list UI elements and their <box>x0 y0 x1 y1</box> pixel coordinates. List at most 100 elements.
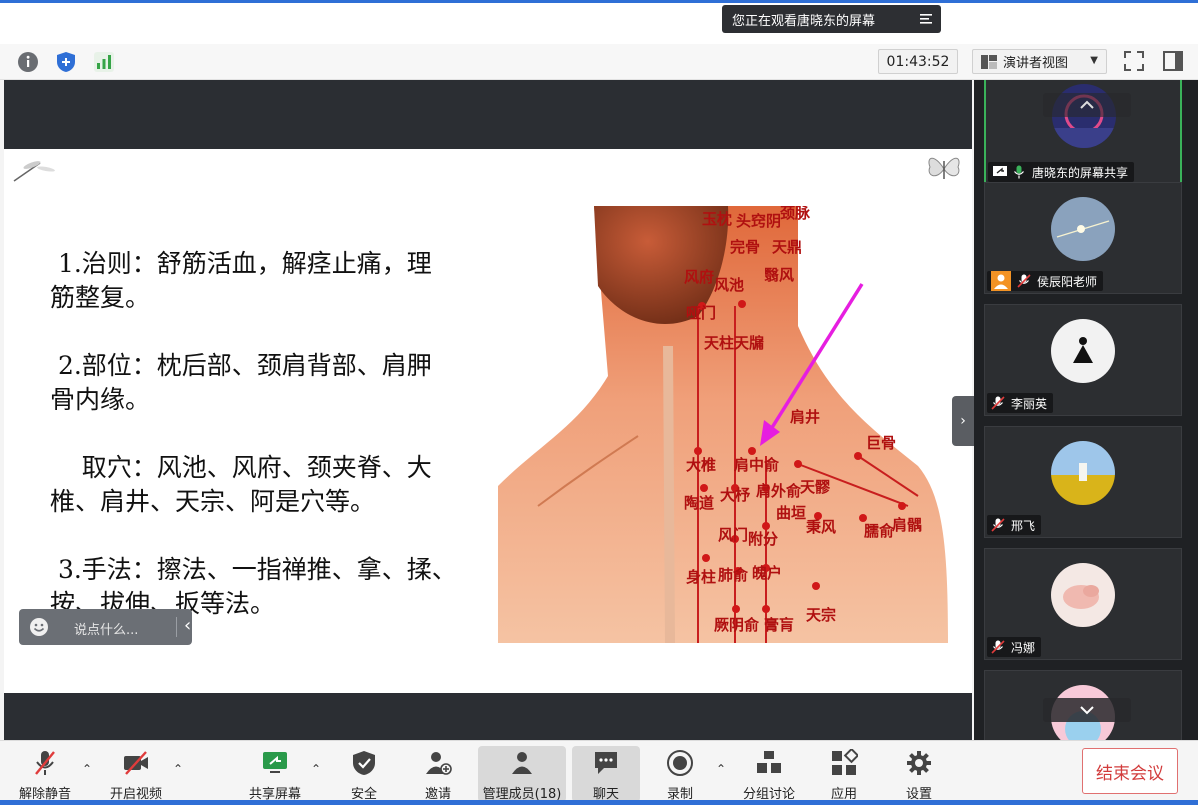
participant-tile[interactable]: 侯辰阳老师 <box>984 182 1182 294</box>
slide-line: 1.治则：舒筋活血，解痉止痛，理 <box>50 249 432 278</box>
meeting-timer: 01:43:52 <box>878 49 958 74</box>
acupoint-label: 陶道 <box>684 494 714 512</box>
chevron-down-icon <box>1080 706 1094 715</box>
slide-line: 3.手法：擦法、一指禅推、拿、揉、 <box>50 555 457 584</box>
fullscreen-icon[interactable] <box>1122 49 1146 73</box>
acupoint-label: 肺俞 <box>718 566 749 584</box>
chat-placeholder[interactable]: 说点什么... <box>74 619 138 638</box>
acupoint-label: 完骨 <box>730 238 760 256</box>
chevron-left-icon[interactable]: ‹ <box>184 615 191 636</box>
participant-name: 李丽英 <box>1011 396 1048 411</box>
emoji-icon[interactable] <box>29 617 49 637</box>
participant-tile[interactable]: 李丽英 <box>984 304 1182 416</box>
gear-icon <box>907 751 931 775</box>
sidebar-toggle-icon[interactable] <box>1162 49 1184 73</box>
signal-icon[interactable] <box>93 51 115 73</box>
participant-gallery: 唐晓东的屏幕共享 侯辰阳老师 李丽英 邢飞 冯娜 <box>974 80 1198 740</box>
slide-line: 取穴：风池、风府、颈夹脊、大 <box>50 453 432 482</box>
caret-up-icon[interactable]: ⌃ <box>82 762 92 776</box>
participant-name: 冯娜 <box>1011 640 1036 655</box>
acupoint-label: 厥阴俞 <box>714 616 760 634</box>
slide-text-block: 1.治则：舒筋活血，解痉止痛，理 筋整复。 2.部位：枕后部、颈肩背部、肩胛 骨… <box>50 247 500 621</box>
unmute-button[interactable]: 解除静音 <box>14 746 76 802</box>
acupoint-label: 臑俞 <box>864 522 895 540</box>
acupoint-label: 曲垣 <box>776 504 806 522</box>
acupoint-label: 天柱 <box>704 334 734 352</box>
avatar <box>1051 319 1115 383</box>
acupoint-label: 玉枕 <box>702 210 732 228</box>
avatar <box>1051 197 1115 261</box>
add-user-icon <box>426 752 452 775</box>
chat-button[interactable]: 聊天 <box>572 746 640 802</box>
shield-icon <box>353 751 375 775</box>
participants-icon <box>512 752 532 774</box>
acupoint-label: 秉风 <box>806 518 836 536</box>
acupoint-label: 魄户 <box>752 564 782 582</box>
acupoint-label: 哑门 <box>686 304 716 322</box>
acupoint-label: 头窍阴 <box>736 212 781 230</box>
speaker-view-icon <box>981 55 997 69</box>
acupoint-label: 天牖 <box>734 334 764 352</box>
chevron-up-icon <box>1080 100 1094 109</box>
dragonfly-decoration-icon <box>13 161 55 182</box>
gallery-scroll-up[interactable] <box>1043 93 1131 117</box>
slide-line: 2.部位：枕后部、颈肩背部、肩胛 <box>50 351 432 380</box>
video-off-icon <box>124 751 148 775</box>
invite-button[interactable]: 邀请 <box>414 746 462 802</box>
view-mode-select[interactable]: 演讲者视图 ▼ <box>972 49 1107 74</box>
chat-quick-input[interactable]: 说点什么... ‹ <box>19 609 192 645</box>
screen-share-icon <box>993 166 1007 176</box>
participant-tile[interactable]: 冯娜 <box>984 548 1182 660</box>
slide-line <box>50 519 500 553</box>
acupoint-label: 肩井 <box>790 408 820 426</box>
record-icon <box>667 750 693 776</box>
caret-up-icon[interactable]: ⌃ <box>173 762 183 776</box>
acupoint-label: 风府 <box>684 268 714 286</box>
end-meeting-button[interactable]: 结束会议 <box>1082 748 1178 794</box>
participant-name: 侯辰阳老师 <box>1037 274 1098 289</box>
share-screen-icon <box>263 752 287 773</box>
acupoint-label: 天髎 <box>800 478 831 496</box>
gallery-scroll-down[interactable] <box>1043 698 1131 722</box>
start-video-button[interactable]: 开启视频 <box>105 746 167 802</box>
slide-line: 骨内缘。 <box>50 385 151 414</box>
settings-button[interactable]: 设置 <box>895 746 943 802</box>
acupoint-label: 大杼 <box>720 486 751 504</box>
acupoint-label: 巨骨 <box>866 434 896 452</box>
caret-up-icon[interactable]: ⌃ <box>716 762 726 776</box>
gallery-collapse-handle[interactable]: › <box>952 396 974 446</box>
shield-icon[interactable] <box>55 51 77 73</box>
participant-tile[interactable]: 邢飞 <box>984 426 1182 538</box>
menu-icon[interactable] <box>919 12 933 26</box>
participant-name: 唐晓东的屏幕共享 <box>1032 165 1129 180</box>
window-bottom-edge <box>0 800 1198 805</box>
avatar <box>1051 563 1115 627</box>
breakout-rooms-button[interactable]: 分组讨论 <box>740 746 798 802</box>
avatar <box>1051 441 1115 505</box>
record-button[interactable]: 录制 <box>656 746 704 802</box>
neck-acupoint-diagram: 玉枕 头窍阴 颈脉 完骨 天鼎 翳风 风府 风池 哑门 天柱 天牖 肩井 巨骨 … <box>498 206 948 643</box>
breakout-rooms-icon <box>757 751 781 773</box>
acupoint-label: 天鼎 <box>772 238 802 256</box>
share-screen-button[interactable]: 共享屏幕 <box>244 746 306 802</box>
acupoint-label: 肩髃 <box>892 516 922 534</box>
apps-button[interactable]: 应用 <box>820 746 868 802</box>
info-icon[interactable] <box>17 51 39 73</box>
host-icon <box>991 271 1011 291</box>
microphone-muted-icon <box>991 640 1005 654</box>
participants-button[interactable]: 管理成员(18) <box>478 746 566 802</box>
share-status-banner[interactable]: 您正在观看唐晓东的屏幕 <box>722 5 941 33</box>
acupoint-label: 翳风 <box>764 266 794 284</box>
acupoint-label: 大椎 <box>686 456 716 474</box>
slide-line: 椎、肩井、天宗、阿是穴等。 <box>50 487 376 516</box>
acupoint-label: 附分 <box>748 530 778 548</box>
participant-label: 邢飞 <box>987 515 1042 535</box>
view-mode-label: 演讲者视图 <box>1003 56 1069 71</box>
chevron-right-icon: › <box>960 413 966 429</box>
participant-label: 冯娜 <box>987 637 1042 657</box>
slide-line: 筋整复。 <box>50 283 151 312</box>
security-button[interactable]: 安全 <box>340 746 388 802</box>
caret-down-icon: ▼ <box>1090 55 1098 66</box>
caret-up-icon[interactable]: ⌃ <box>311 762 321 776</box>
acupoint-label: 风池 <box>714 276 744 294</box>
